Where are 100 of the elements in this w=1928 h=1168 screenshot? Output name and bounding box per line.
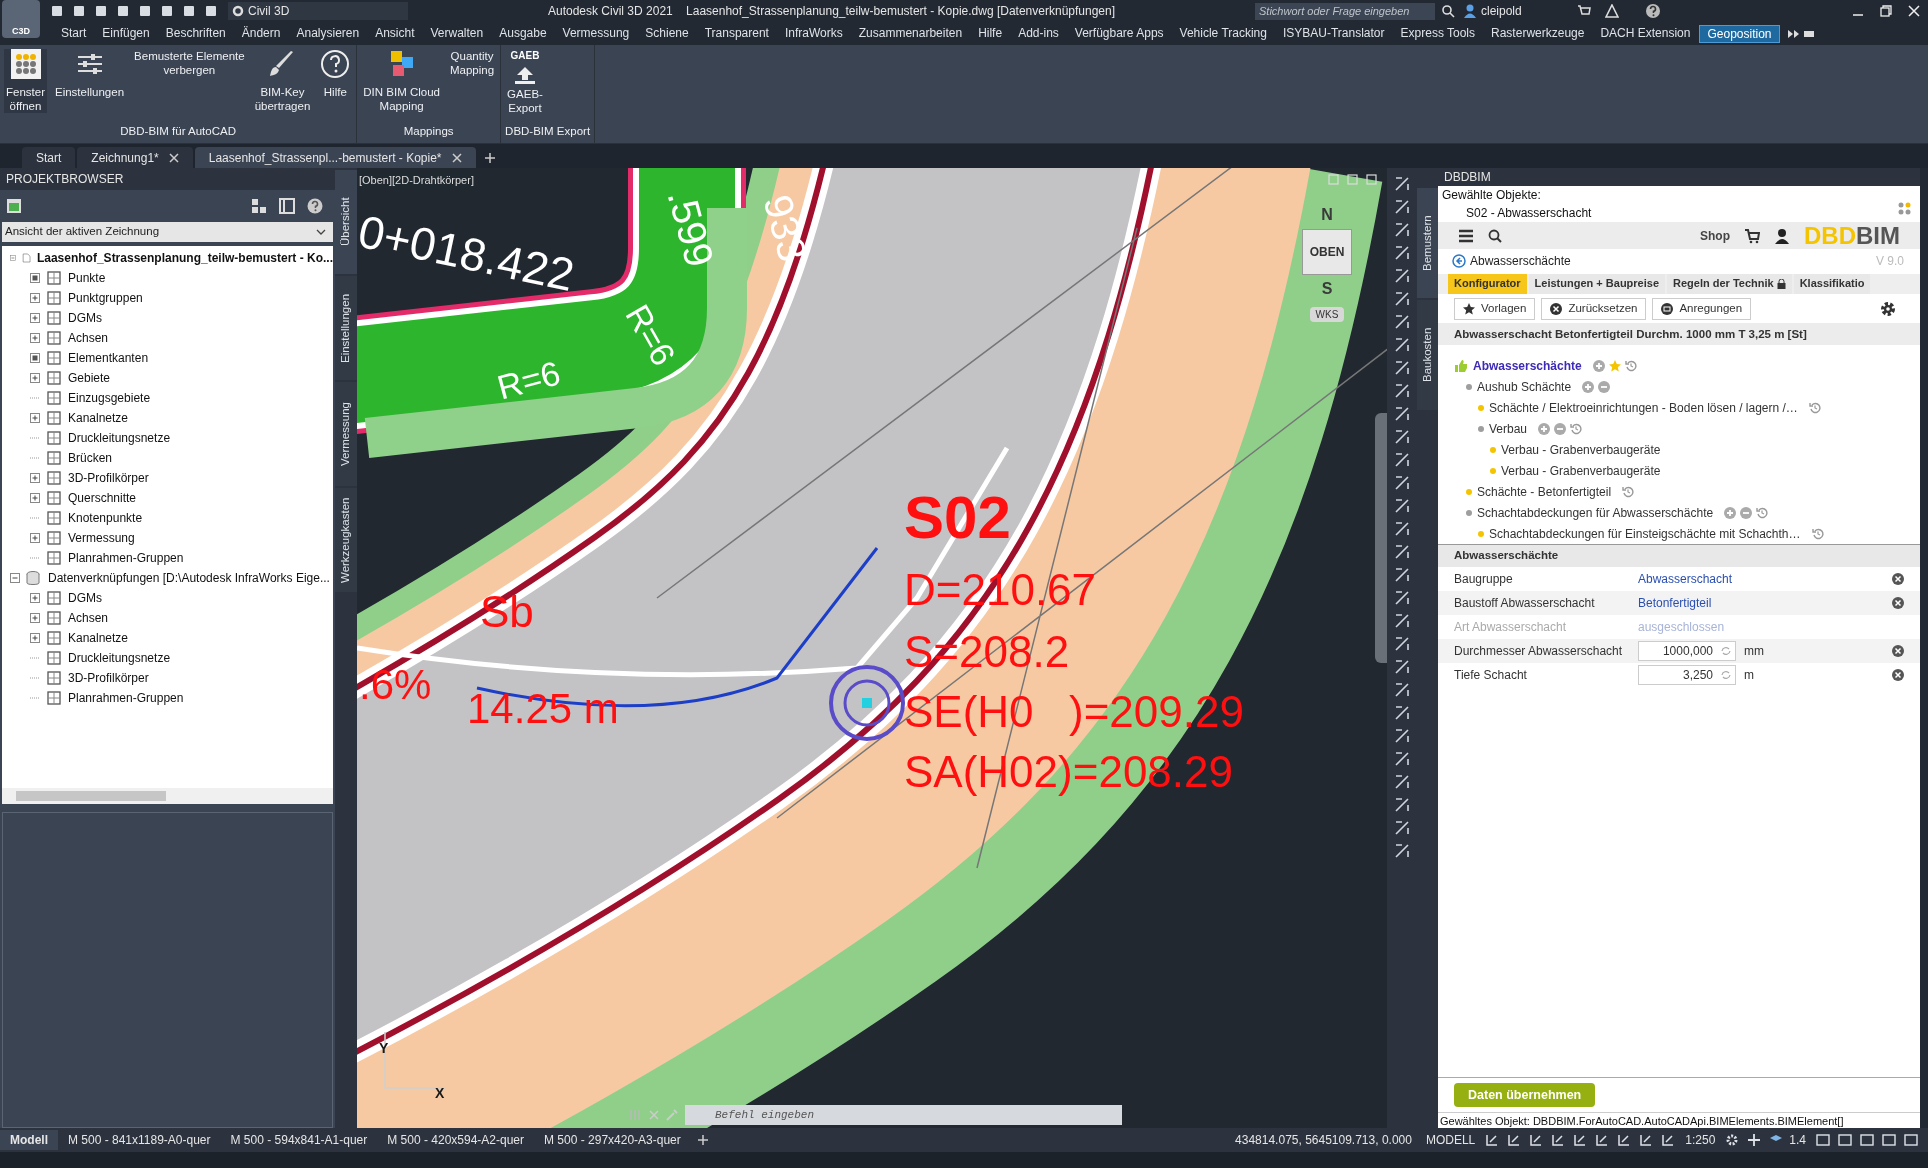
tree-item[interactable]: Achsen — [68, 329, 109, 347]
expand-icon[interactable] — [30, 613, 40, 623]
side-tab[interactable]: Baukosten — [1417, 300, 1438, 410]
toolbar-button[interactable]: Vorlagen — [1454, 297, 1536, 320]
command-line-field[interactable]: Befehl eingeben — [685, 1105, 1122, 1125]
tool-icon[interactable] — [1394, 383, 1410, 399]
tree-item[interactable]: Verbau — [1489, 419, 1528, 438]
status-tool-icon[interactable] — [1617, 1133, 1632, 1147]
side-tab[interactable]: Übersicht — [335, 170, 357, 274]
cart-icon[interactable] — [1744, 227, 1760, 244]
add-tab-icon[interactable] — [696, 1134, 709, 1146]
tree-item[interactable]: Schachtabdeckungen für Abwasserschächte — [1477, 503, 1714, 522]
side-tab[interactable]: Bemustern — [1417, 188, 1438, 298]
tree-view-icon[interactable] — [251, 198, 267, 214]
tool-icon[interactable] — [1394, 176, 1410, 192]
expand-icon[interactable] — [30, 633, 40, 643]
node-state-icon[interactable] — [30, 353, 40, 363]
tree-item[interactable]: Kanalnetze — [68, 629, 129, 647]
add-tab-icon[interactable] — [483, 152, 496, 164]
expand-icon[interactable] — [30, 313, 40, 323]
document-tab[interactable]: Zeichnung1* — [77, 147, 193, 168]
settings-icon[interactable] — [1725, 1133, 1740, 1147]
number-field[interactable]: 1000,000 — [1638, 641, 1736, 661]
tree-item[interactable]: Vermessung — [68, 529, 135, 547]
ribbon-tab[interactable]: Einfügen — [95, 24, 157, 43]
app-menu-button[interactable]: C3D — [2, 0, 40, 38]
tree-item[interactable]: Querschnitte — [68, 489, 137, 507]
shop-link[interactable]: Shop — [1700, 226, 1730, 245]
ribbon-tab[interactable]: DACH Extension — [1593, 24, 1698, 43]
tool-icon[interactable] — [1394, 774, 1410, 790]
ribbon-tab[interactable]: Verfügbare Apps — [1067, 24, 1171, 43]
history-icon[interactable] — [1570, 422, 1583, 435]
ribbon-tab[interactable]: Ansicht — [368, 24, 422, 43]
tool-icon[interactable] — [1394, 521, 1410, 537]
tree-item[interactable]: Verbau - Grabenverbaugeräte — [1501, 461, 1661, 480]
help-icon[interactable] — [307, 198, 323, 214]
collapse-icon[interactable] — [10, 573, 20, 583]
ribbon-tab[interactable]: Express Tools — [1393, 24, 1483, 43]
tree-item[interactable]: 3D-Profilkörper — [68, 469, 149, 487]
ribbon-tab[interactable]: Analysieren — [289, 24, 367, 43]
layout-tab[interactable]: Modell — [0, 1130, 58, 1150]
ribbon-button[interactable]: Hilfe — [318, 49, 353, 99]
ribbon-button[interactable]: Fenster öffnen — [4, 49, 47, 113]
ribbon-tab[interactable]: Zusammenarbeiten — [851, 24, 970, 43]
ribbon-tab[interactable]: Beschriften — [158, 24, 233, 43]
ribbon-tab[interactable]: Ausgabe — [492, 24, 554, 43]
ribbon-tab[interactable]: Transparent — [697, 24, 776, 43]
tool-icon[interactable] — [1394, 429, 1410, 445]
search-icon[interactable] — [1441, 4, 1455, 18]
expand-icon[interactable] — [30, 593, 40, 603]
overflow-icon[interactable] — [1785, 27, 1816, 40]
user-name[interactable]: cleipold — [1481, 2, 1571, 20]
tree-item[interactable]: Schachtabdeckungen für Einsteigschächte mit Schachth… — [1489, 524, 1801, 543]
status-tool-icon[interactable] — [1573, 1133, 1588, 1147]
search-icon[interactable] — [1488, 228, 1502, 243]
toolbar-button[interactable]: Zurücksetzen — [1541, 297, 1647, 320]
clear-icon[interactable] — [1892, 645, 1904, 657]
layout-tab[interactable]: M 500 - 841x1189-A0-quer — [58, 1130, 221, 1150]
tool-icon[interactable] — [1394, 291, 1410, 307]
expand-icon[interactable] — [30, 333, 40, 343]
layout-tab[interactable]: M 500 - 297x420-A3-quer — [534, 1130, 691, 1150]
star-icon[interactable] — [1608, 359, 1621, 372]
number-field[interactable]: 3,250 — [1638, 665, 1736, 685]
ribbon-button[interactable]: Quantity Mapping — [447, 49, 497, 77]
list-view-icon[interactable] — [279, 198, 295, 214]
plus-icon[interactable] — [1747, 1133, 1762, 1147]
tree-item[interactable]: Druckleitungsnetze — [68, 429, 171, 447]
tree-item[interactable]: Kanalnetze — [68, 409, 129, 427]
user-icon[interactable] — [1774, 227, 1790, 244]
side-tab[interactable]: Vermessung — [335, 382, 357, 486]
ribbon-tab[interactable]: Rasterwerkzeuge — [1484, 24, 1592, 43]
help-icon[interactable] — [1645, 3, 1661, 19]
layout-tab[interactable]: M 500 - 420x594-A2-quer — [377, 1130, 535, 1150]
ribbon-tab[interactable]: Verwalten — [423, 24, 491, 43]
history-icon[interactable] — [1622, 485, 1635, 498]
history-icon[interactable] — [1624, 359, 1637, 372]
tree-item[interactable]: Planrahmen-Gruppen — [68, 549, 184, 567]
tool-icon[interactable] — [1394, 314, 1410, 330]
expand-icon[interactable] — [30, 473, 40, 483]
tree-item[interactable]: Abwasserschächte — [1473, 356, 1582, 375]
history-icon[interactable] — [1808, 401, 1821, 414]
document-tab[interactable]: Start — [22, 147, 76, 168]
ribbon-tab[interactable]: Hilfe — [971, 24, 1010, 43]
toolbar-button[interactable]: Anregungen — [1652, 297, 1752, 320]
status-tool-icon[interactable] — [1639, 1133, 1654, 1147]
tool-icon[interactable] — [1394, 360, 1410, 376]
tree-item[interactable]: 3D-Profilkörper — [68, 669, 149, 687]
grip-icon[interactable] — [627, 1108, 643, 1122]
expand-icon[interactable] — [30, 493, 40, 503]
expand-icon[interactable] — [30, 293, 40, 303]
view-dropdown[interactable]: Ansicht der aktiven Zeichnung — [2, 222, 333, 242]
ribbon-tab[interactable]: ISYBAU-Translator — [1275, 24, 1392, 43]
tree-item[interactable]: Druckleitungsnetze — [68, 649, 171, 667]
tree-item[interactable]: Aushub Schächte — [1477, 377, 1572, 396]
settings-icon[interactable] — [1880, 300, 1896, 317]
tool-icon[interactable] — [1394, 613, 1410, 629]
tab[interactable]: Leistungen + Baupreise — [1528, 273, 1665, 294]
status-tool-icon[interactable] — [1595, 1133, 1610, 1147]
tool-icon[interactable] — [1394, 337, 1410, 353]
horizontal-scrollbar[interactable] — [2, 788, 333, 804]
